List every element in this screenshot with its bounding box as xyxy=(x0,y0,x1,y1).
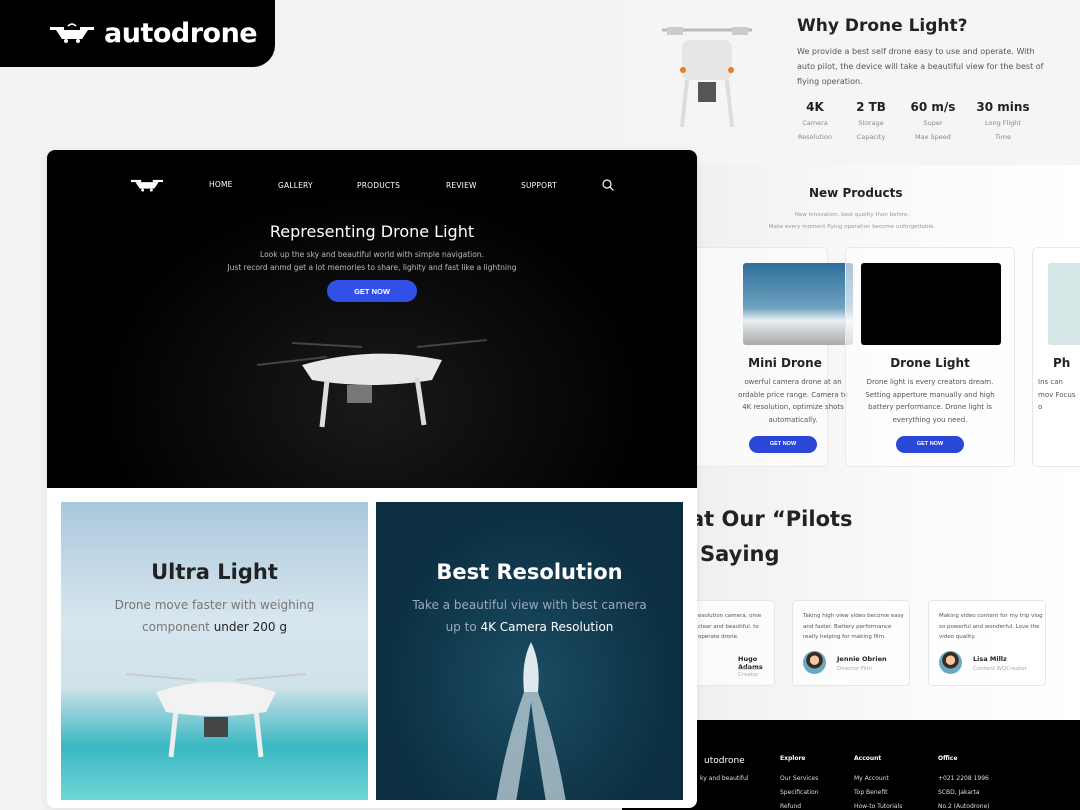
brand-logo[interactable]: autodrone xyxy=(0,0,275,67)
footer-link[interactable]: My Account xyxy=(854,775,889,782)
search-icon[interactable] xyxy=(602,179,614,191)
products-title: New Products xyxy=(809,186,903,200)
stat-speed: 60 m/s Super Max Speed xyxy=(910,100,956,141)
footer-link[interactable]: Refund xyxy=(780,803,801,810)
drone-image xyxy=(125,673,307,758)
tile-text: Take a beautiful view with best camera up… xyxy=(412,598,647,634)
testimonial-card: Taking high view video become easy and f… xyxy=(792,600,910,686)
hero-section: HOME GALLERY PRODUCTS REVIEW SUPPORT Rep… xyxy=(47,150,697,488)
why-section: Why Drone Light? We provide a best self … xyxy=(622,0,1080,165)
drone-image xyxy=(662,27,752,128)
get-now-button[interactable]: GET NOW xyxy=(327,280,417,302)
tile-title: Ultra Light xyxy=(151,560,278,584)
nav-home[interactable]: HOME xyxy=(209,180,233,189)
boat-image xyxy=(496,642,566,800)
ultra-light-tile: Ultra Light Drone move faster with weigh… xyxy=(61,502,368,800)
hero-subtitle: Look up the sky and beautiful world with… xyxy=(227,250,517,272)
get-now-button[interactable]: GET NOW xyxy=(749,436,817,453)
nav-support[interactable]: SUPPORT xyxy=(521,181,557,190)
brand-name: autodrone xyxy=(104,18,258,49)
drone-logo-icon[interactable] xyxy=(129,177,165,193)
product-image xyxy=(861,263,1001,345)
product-card-partial: Ph Ins can mov Focus o xyxy=(1032,247,1080,467)
testimonials-heading: at Our “Pilots xyxy=(690,507,853,531)
products-subtitle: New innovation, best quality than before… xyxy=(768,212,936,230)
product-image xyxy=(743,263,853,345)
nav-gallery[interactable]: GALLERY xyxy=(278,181,313,190)
avatar xyxy=(939,651,962,674)
avatar xyxy=(803,651,826,674)
footer-link[interactable]: How-to Tutorials xyxy=(854,803,902,810)
footer-link[interactable]: Our Services xyxy=(780,775,818,782)
testimonials-heading-2: Saying xyxy=(700,542,780,566)
stat-flight-time: 30 mins Long Flight Time xyxy=(976,100,1030,141)
product-card-drone-light: Drone Light Drone light is every creator… xyxy=(845,247,1015,467)
why-text: We provide a best self drone easy to use… xyxy=(797,47,1044,86)
tile-title: Best Resolution xyxy=(436,560,623,584)
footer-link[interactable]: Top Benefit xyxy=(854,789,887,796)
landing-page-left: HOME GALLERY PRODUCTS REVIEW SUPPORT Rep… xyxy=(47,150,697,808)
get-now-button[interactable]: GET NOW xyxy=(896,436,964,453)
drone-icon xyxy=(50,22,94,43)
why-title: Why Drone Light? xyxy=(797,16,968,36)
drone-image xyxy=(256,339,488,428)
hero-title: Representing Drone Light xyxy=(269,222,475,241)
testimonial-card: Making video content for my trip vlog so… xyxy=(928,600,1046,686)
best-resolution-tile: Best Resolution Take a beautiful view wi… xyxy=(376,502,683,800)
footer-link[interactable]: Specification xyxy=(780,789,819,796)
nav-review[interactable]: REVIEW xyxy=(446,181,477,190)
stat-storage: 2 TB Storage Capacity xyxy=(856,100,886,141)
nav-products[interactable]: PRODUCTS xyxy=(357,181,400,190)
product-image xyxy=(1048,263,1080,345)
tile-text: Drone move faster with weighing component… xyxy=(114,598,315,634)
